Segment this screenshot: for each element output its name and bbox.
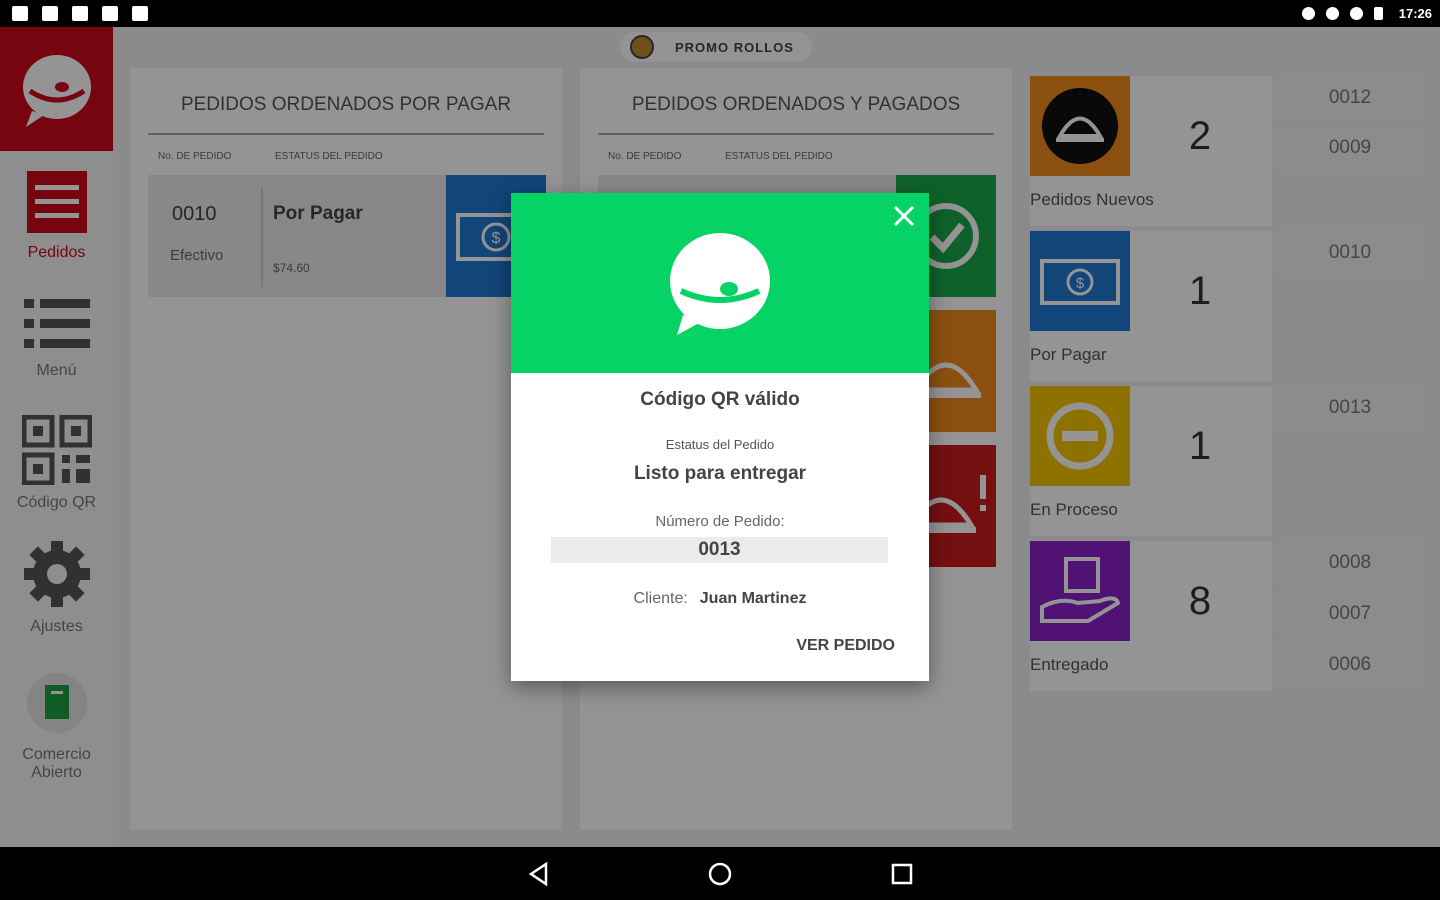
client-row: Cliente: Juan Martinez	[511, 590, 929, 608]
clock: 17:26	[1398, 6, 1432, 21]
dialog-title: Código QR válido	[640, 389, 800, 410]
status-bar: 17:26	[0, 0, 1440, 27]
dnd-icon	[1326, 7, 1339, 20]
close-button[interactable]	[887, 199, 921, 233]
system-nav-bar	[0, 847, 1440, 900]
app-logo	[670, 233, 770, 335]
client-label: Cliente:	[633, 590, 688, 607]
home-icon[interactable]	[707, 861, 733, 887]
download-icon	[42, 6, 58, 21]
wifi-icon	[1350, 7, 1363, 20]
status-label: Estatus del Pedido	[665, 437, 775, 452]
close-icon	[893, 205, 915, 227]
dialog-header	[511, 193, 929, 373]
battery-icon	[1374, 7, 1383, 20]
order-number-value: 0013	[551, 537, 888, 563]
client-name: Juan Martinez	[699, 590, 807, 607]
back-icon[interactable]	[526, 861, 552, 887]
bluetooth-icon	[1302, 7, 1315, 20]
status-value: Listo para entregar	[633, 463, 807, 484]
camera-icon	[102, 6, 118, 21]
nfc-icon	[72, 6, 88, 21]
order-number-label: Número de Pedido:	[655, 513, 785, 530]
message-icon	[12, 6, 28, 21]
recents-icon[interactable]	[889, 861, 915, 887]
qr-result-dialog: Código QR válido Estatus del Pedido List…	[511, 193, 929, 681]
view-order-button[interactable]: VER PEDIDO	[796, 637, 895, 655]
play-store-icon	[132, 6, 148, 21]
